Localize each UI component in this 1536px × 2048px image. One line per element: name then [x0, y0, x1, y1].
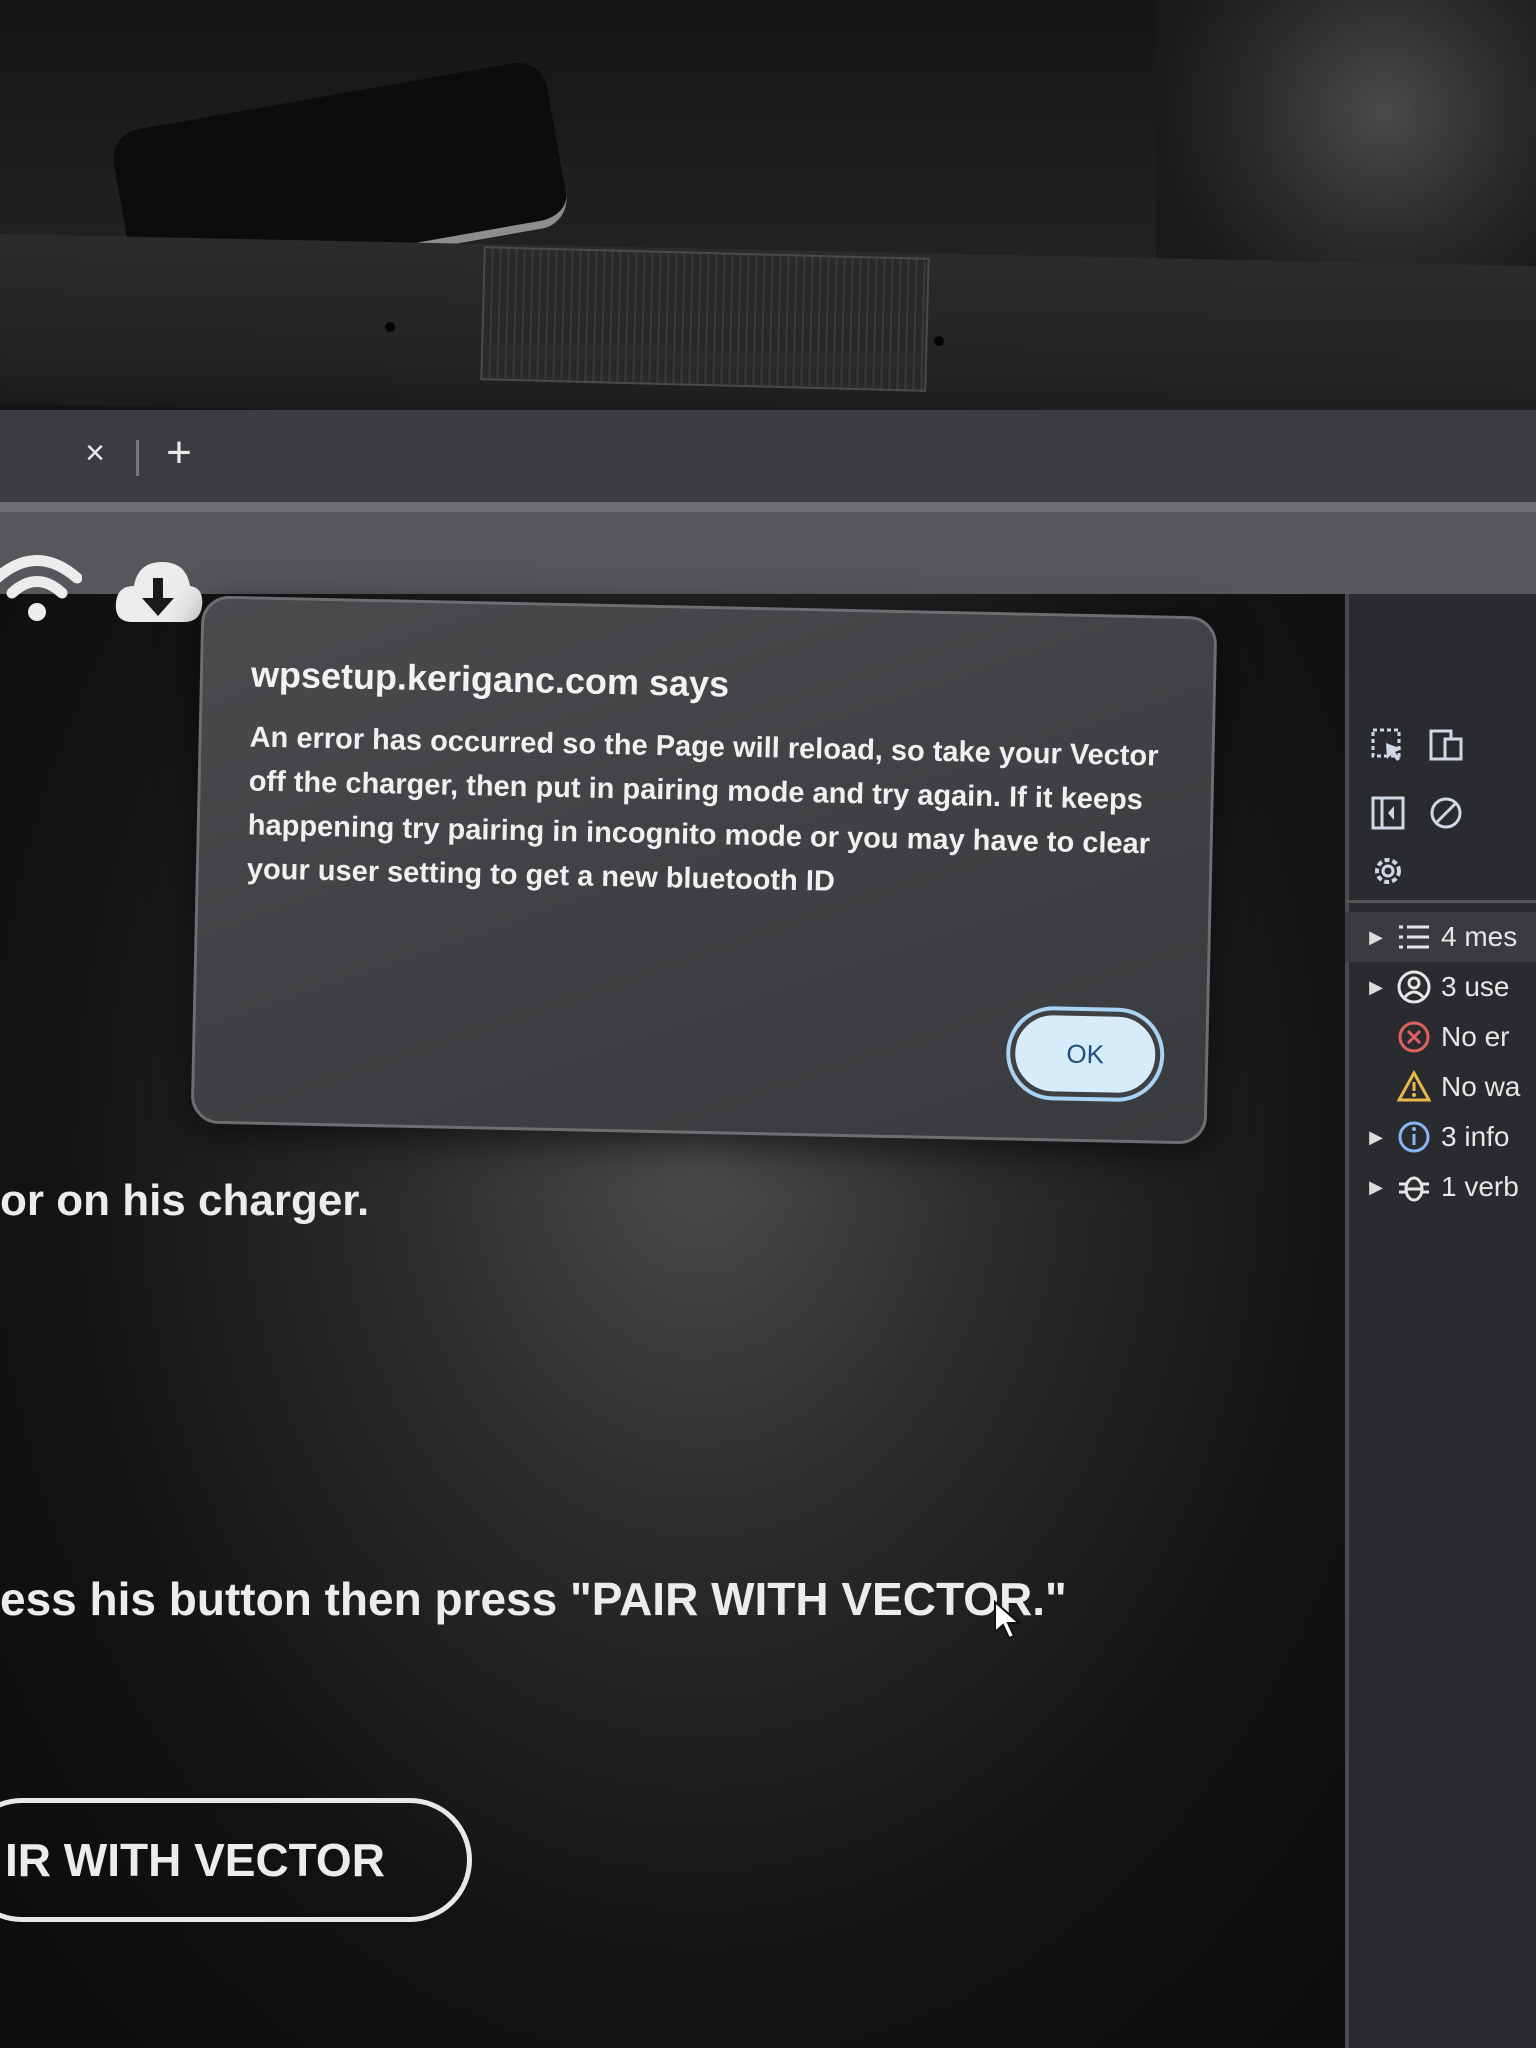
- console-item-user-messages[interactable]: ▶ 3 use: [1345, 962, 1536, 1012]
- console-item-errors[interactable]: No er: [1345, 1012, 1536, 1062]
- console-item-label: 4 mes: [1441, 921, 1518, 952]
- devtools-toolbar-row-2: [1370, 790, 1464, 836]
- user-icon: [1397, 970, 1431, 1004]
- instruction-line-pair: ess his button then press "PAIR WITH VEC…: [0, 1573, 1067, 1625]
- devtools-divider: [1345, 900, 1536, 903]
- console-item-verbose[interactable]: ▶ 1 verb: [1345, 1162, 1536, 1212]
- alert-dialog: wpsetup.keriganc.com says An error has o…: [190, 595, 1218, 1145]
- mouse-cursor-icon: [994, 1600, 1021, 1640]
- bezel-dot: [385, 322, 395, 332]
- tab-separator: [136, 440, 139, 476]
- console-item-warnings[interactable]: No wa: [1345, 1062, 1536, 1112]
- warning-icon: [1397, 1070, 1431, 1102]
- devtools-toolbar-row-3: [1370, 848, 1406, 894]
- device-toolbar-icon[interactable]: [1428, 727, 1464, 763]
- settings-icon[interactable]: [1370, 853, 1406, 889]
- pair-with-vector-button[interactable]: IR WITH VECTOR: [0, 1798, 472, 1922]
- background-room: [0, 0, 1536, 300]
- bug-icon: [1399, 1176, 1429, 1202]
- console-item-messages[interactable]: ▶ 4 mes: [1345, 912, 1536, 962]
- browser-tabstrip: × +: [0, 410, 1536, 502]
- expand-caret-icon: ▶: [1369, 976, 1383, 997]
- console-item-label: No er: [1441, 1021, 1510, 1052]
- console-item-label: No wa: [1441, 1071, 1521, 1102]
- console-item-label: 1 verb: [1441, 1171, 1519, 1202]
- error-icon: [1398, 1021, 1430, 1053]
- console-item-info[interactable]: ▶ 3 info: [1345, 1112, 1536, 1162]
- expand-caret-icon: ▶: [1369, 1176, 1383, 1197]
- instruction-line-charger: or on his charger.: [0, 1176, 370, 1225]
- webcam-tape: [480, 246, 930, 392]
- download-icon: [115, 562, 203, 622]
- info-icon: [1398, 1121, 1430, 1153]
- expand-caret-icon: ▶: [1369, 926, 1383, 947]
- tab-close-icon[interactable]: ×: [80, 436, 110, 470]
- bezel-dot: [934, 336, 944, 346]
- dialog-title: wpsetup.keriganc.com says: [250, 653, 730, 705]
- expand-caret-icon: ▶: [1369, 1126, 1383, 1147]
- console-item-label: 3 use: [1441, 971, 1510, 1002]
- dialog-message: An error has occurred so the Page will r…: [246, 721, 1159, 898]
- devtools-toolbar-row: [1370, 722, 1464, 768]
- console-item-label: 3 info: [1441, 1121, 1510, 1152]
- clear-console-icon[interactable]: [1428, 795, 1464, 831]
- list-icon: [1399, 925, 1429, 949]
- inspect-element-icon[interactable]: [1370, 727, 1406, 763]
- new-tab-button[interactable]: +: [160, 431, 198, 475]
- wifi-icon: [0, 555, 82, 621]
- browser-toolbar: [0, 502, 1536, 594]
- ok-button[interactable]: OK: [1009, 1009, 1162, 1099]
- fabric-object: [1156, 0, 1536, 280]
- sidebar-toggle-icon[interactable]: [1370, 795, 1406, 831]
